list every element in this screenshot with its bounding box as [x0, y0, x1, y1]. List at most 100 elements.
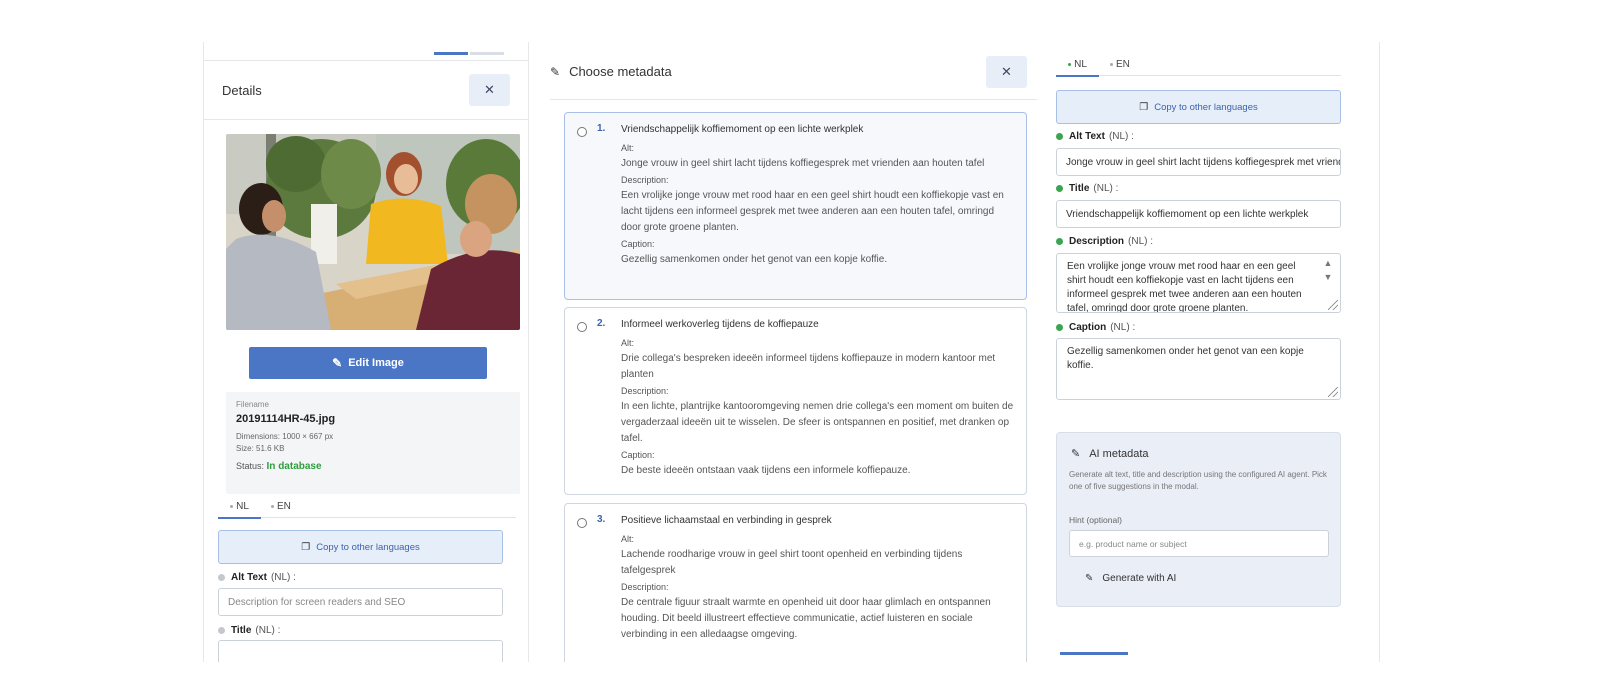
option-description-label: Description: — [621, 386, 669, 396]
alt-text-input[interactable]: Jonge vrouw in geel shirt lacht tijdens … — [1056, 148, 1341, 176]
metadata-option-2[interactable]: 2. Informeel werkoverleg tijdens de koff… — [564, 307, 1027, 495]
title-suffix: (NL) : — [1093, 183, 1119, 194]
right-tab-nl[interactable]: NL — [1056, 52, 1099, 77]
left-tab-en-label: EN — [277, 500, 291, 512]
option-description: In een lichte, plantrijke kantooromgevin… — [621, 401, 1014, 444]
option-title: Positieve lichaamstaal en verbinding in … — [621, 515, 832, 526]
description-suffix: (NL) : — [1128, 236, 1154, 247]
option-title: Informeel werkoverleg tijdens de koffiep… — [621, 319, 819, 330]
ai-metadata-card: ✎ AI metadata Generate alt text, title a… — [1056, 432, 1341, 607]
description-textarea[interactable]: Een vrolijke jonge vrouw met rood haar e… — [1056, 253, 1341, 313]
option-alt-label: Alt: — [621, 143, 635, 153]
ai-metadata-title: ✎ AI metadata — [1071, 447, 1149, 461]
caption-label: Caption (NL) : — [1056, 322, 1135, 333]
left-copy-to-languages-button[interactable]: ❐ Copy to other languages — [218, 530, 503, 564]
tab-dot-icon — [1068, 62, 1072, 66]
status-label: Status: — [236, 461, 265, 471]
option-radio[interactable] — [577, 127, 587, 137]
status-dot-icon — [1056, 133, 1063, 140]
option-alt-label: Alt: — [621, 534, 635, 544]
description-label-text: Description — [1069, 236, 1125, 247]
edit-image-label: Edit Image — [348, 357, 404, 369]
details-header: Details ✕ — [204, 60, 528, 120]
option-description: De centrale figuur straalt warmte en ope… — [621, 597, 991, 640]
option-caption: De beste ideeën ontstaan vaak tijdens ee… — [621, 465, 911, 476]
option-alt-label: Alt: — [621, 338, 635, 348]
left-tab-en[interactable]: EN — [271, 494, 301, 518]
left-alt-text-label: Alt Text (NL) : — [218, 572, 296, 583]
left-alt-suffix: (NL) : — [270, 572, 296, 583]
scroll-up-icon[interactable]: ▲ — [1320, 256, 1336, 270]
right-tab-nl-label: NL — [1074, 58, 1087, 70]
close-icon: ✕ — [484, 82, 495, 97]
left-copy-label: Copy to other languages — [316, 541, 420, 553]
status-dot-icon — [218, 574, 225, 581]
pencil-icon: ✎ — [550, 64, 561, 79]
scroll-down-icon[interactable]: ▼ — [1320, 270, 1336, 284]
right-copy-to-languages-button[interactable]: ❐ Copy to other languages — [1056, 90, 1341, 124]
metadata-option-3[interactable]: 3. Positieve lichaamstaal en verbinding … — [564, 503, 1027, 662]
option-number: 2. — [597, 318, 606, 329]
resize-handle-icon[interactable] — [1328, 387, 1338, 397]
status-value: In database — [266, 461, 322, 472]
title-input[interactable]: Vriendschappelijk koffiemoment op een li… — [1056, 200, 1341, 228]
caption-suffix: (NL) : — [1110, 322, 1136, 333]
tab-dot-icon — [230, 504, 234, 508]
modal-title-text: Choose metadata — [569, 64, 672, 79]
tab-dot-icon — [1110, 62, 1113, 66]
modal-close-button[interactable]: ✕ — [986, 56, 1027, 88]
title-label-text: Title — [1069, 183, 1090, 194]
option-description: Een vrolijke jonge vrouw met rood haar e… — [621, 190, 1004, 233]
file-size: Size: 51.6 KB — [236, 444, 285, 453]
option-radio[interactable] — [577, 322, 587, 332]
right-tab-en[interactable]: EN — [1110, 52, 1140, 76]
option-title: Vriendschappelijk koffiemoment op een li… — [621, 124, 864, 135]
left-alt-label-text: Alt Text — [231, 572, 267, 583]
generate-label: Generate with AI — [1102, 573, 1177, 584]
caption-textarea[interactable]: Gezellig samenkomen onder het genot van … — [1056, 338, 1341, 400]
option-alt: Drie collega's bespreken ideeën informee… — [621, 353, 996, 380]
alt-suffix: (NL) : — [1108, 131, 1134, 142]
edit-image-button[interactable]: ✎ Edit Image — [249, 347, 487, 379]
tab-dot-icon — [271, 504, 274, 508]
resize-handle-icon[interactable] — [1328, 300, 1338, 310]
left-alt-text-input[interactable]: Description for screen readers and SEO — [218, 588, 503, 616]
top-tab-inactive-indicator[interactable] — [470, 52, 504, 55]
textarea-scroll-control[interactable]: ▲ ▼ — [1320, 256, 1336, 284]
image-preview — [226, 134, 520, 330]
ai-hint-input[interactable]: e.g. product name or subject — [1069, 530, 1329, 557]
top-tab-indicators — [434, 42, 506, 60]
metadata-option-1[interactable]: 1. Vriendschappelijk koffiemoment op een… — [564, 112, 1027, 300]
details-close-button[interactable]: ✕ — [469, 74, 510, 106]
caption-label-text: Caption — [1069, 322, 1107, 333]
pencil-icon: ✎ — [1071, 448, 1081, 460]
description-label: Description (NL) : — [1056, 236, 1153, 247]
status-dot-icon — [1056, 238, 1063, 245]
top-tab-active-indicator[interactable] — [434, 52, 468, 55]
edit-icon: ✎ — [332, 356, 343, 370]
left-tab-nl-label: NL — [236, 500, 249, 512]
ai-title-text: AI metadata — [1089, 447, 1149, 460]
filename-label: Filename — [236, 400, 269, 409]
details-title: Details — [222, 83, 262, 98]
option-description-label: Description: — [621, 582, 669, 592]
generate-with-ai-button[interactable]: ✎ Generate with AI — [1085, 573, 1176, 584]
copy-icon: ❐ — [301, 541, 311, 553]
close-icon: ✕ — [1001, 64, 1012, 79]
copy-icon: ❐ — [1139, 101, 1149, 113]
choose-metadata-modal: ✎ Choose metadata ✕ 1. Vriendschappelijk… — [530, 42, 1050, 662]
caption-value: Gezellig samenkomen onder het genot van … — [1067, 346, 1304, 371]
status-dot-icon — [218, 627, 225, 634]
filename: 20191114HR-45.jpg — [236, 413, 336, 425]
status-dot-icon — [1056, 185, 1063, 192]
option-caption-label: Caption: — [621, 450, 655, 460]
title-label: Title (NL) : — [1056, 183, 1118, 194]
left-tab-nl[interactable]: NL — [218, 494, 261, 519]
option-number: 1. — [597, 123, 606, 134]
option-caption: Gezellig samenkomen onder het genot van … — [621, 254, 888, 265]
left-title-input[interactable] — [218, 640, 503, 662]
option-alt: Jonge vrouw in geel shirt lacht tijdens … — [621, 158, 985, 169]
file-status: Status: In database — [236, 461, 510, 472]
option-radio[interactable] — [577, 518, 587, 528]
option-number: 3. — [597, 514, 606, 525]
